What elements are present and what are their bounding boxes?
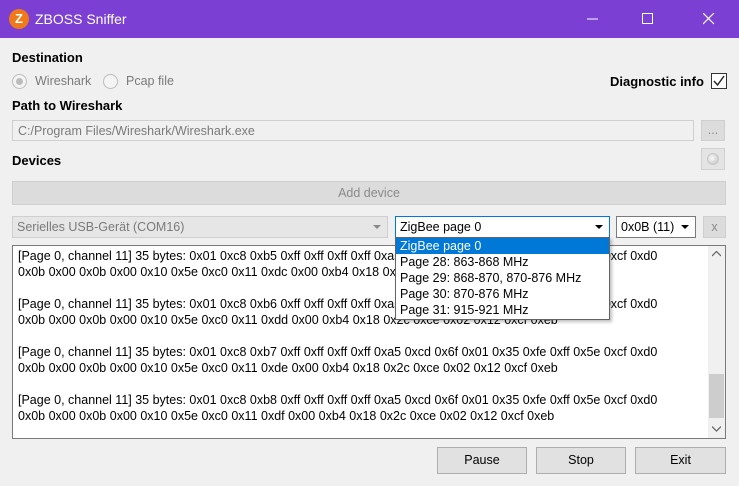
diagnostic-info-label: Diagnostic info [610,74,704,89]
path-heading: Path to Wireshark [12,98,123,113]
diagnostic-info-checkbox[interactable] [711,73,727,89]
refresh-devices-button[interactable] [701,148,725,170]
channel-select[interactable]: 0x0B (11) [616,216,696,238]
devices-heading: Devices [12,153,62,168]
close-icon [703,13,715,25]
serial-port-value: Serielles USB-Gerät (COM16) [17,220,185,234]
app-logo-icon: Z [9,9,29,29]
add-device-button[interactable]: Add device [12,181,726,205]
page-option-zigbee-0[interactable]: ZigBee page 0 [396,238,609,254]
window-title: ZBOSS Sniffer [35,11,127,27]
wireshark-radio[interactable] [12,74,27,89]
minimize-button[interactable] [570,0,616,38]
page-option-30[interactable]: Page 30: 870-876 MHz [396,286,609,302]
close-button[interactable] [686,0,732,38]
log-entry: [Page 0, channel 11] 35 bytes: 0x01 0xc8… [18,392,708,424]
checkmark-icon [713,75,725,87]
packet-log[interactable]: [Page 0, channel 11] 35 bytes: 0x01 0xc8… [12,245,726,439]
maximize-icon [642,13,653,24]
chevron-down-icon [595,225,603,229]
channel-select-value: 0x0B (11) [621,220,675,234]
page-option-29[interactable]: Page 29: 868-870, 870-876 MHz [396,270,609,286]
log-scrollbar[interactable] [708,246,725,438]
log-line: [Page 0, channel 11] 35 bytes: 0x01 0xc8… [18,345,658,359]
page-option-31[interactable]: Page 31: 915-921 MHz [396,302,609,318]
wireshark-path-input[interactable]: C:/Program Files/Wireshark/Wireshark.exe [12,120,694,141]
chevron-down-icon [373,225,381,229]
pcap-file-radio-label: Pcap file [126,74,174,88]
chevron-down-icon [712,426,721,432]
chevron-down-icon [681,225,689,229]
browse-button[interactable]: ... [701,120,725,141]
chevron-up-icon [712,251,721,257]
log-line: 0x0b 0x00 0x0b 0x00 0x10 0x5e 0xc0 0x11 … [18,361,558,375]
log-entry: [Page 0, channel 11] 35 bytes: 0x01 0xc8… [18,344,708,376]
loading-icon [707,153,719,165]
pcap-file-radio[interactable] [103,74,118,89]
minimize-icon [587,18,598,20]
exit-button[interactable]: Exit [635,447,726,474]
serial-port-select[interactable]: Serielles USB-Gerät (COM16) [12,216,388,238]
destination-heading: Destination [12,50,83,65]
stop-button[interactable]: Stop [536,447,626,474]
scroll-thumb[interactable] [709,374,724,418]
scroll-up-button[interactable] [708,246,725,263]
log-line: 0x0b 0x00 0x0b 0x00 0x10 0x5e 0xc0 0x11 … [18,409,555,423]
page-dropdown-list[interactable]: ZigBee page 0 Page 28: 863-868 MHz Page … [395,237,610,320]
wireshark-radio-label: Wireshark [35,74,92,88]
maximize-button[interactable] [625,0,671,38]
page-select[interactable]: ZigBee page 0 [395,216,610,238]
page-select-value: ZigBee page 0 [400,220,482,234]
scroll-down-button[interactable] [708,421,725,438]
pause-button[interactable]: Pause [437,447,527,474]
page-option-28[interactable]: Page 28: 863-868 MHz [396,254,609,270]
log-line: [Page 0, channel 11] 35 bytes: 0x01 0xc8… [18,393,658,407]
remove-device-button[interactable]: x [703,216,726,238]
title-bar[interactable]: Z ZBOSS Sniffer [0,0,739,38]
